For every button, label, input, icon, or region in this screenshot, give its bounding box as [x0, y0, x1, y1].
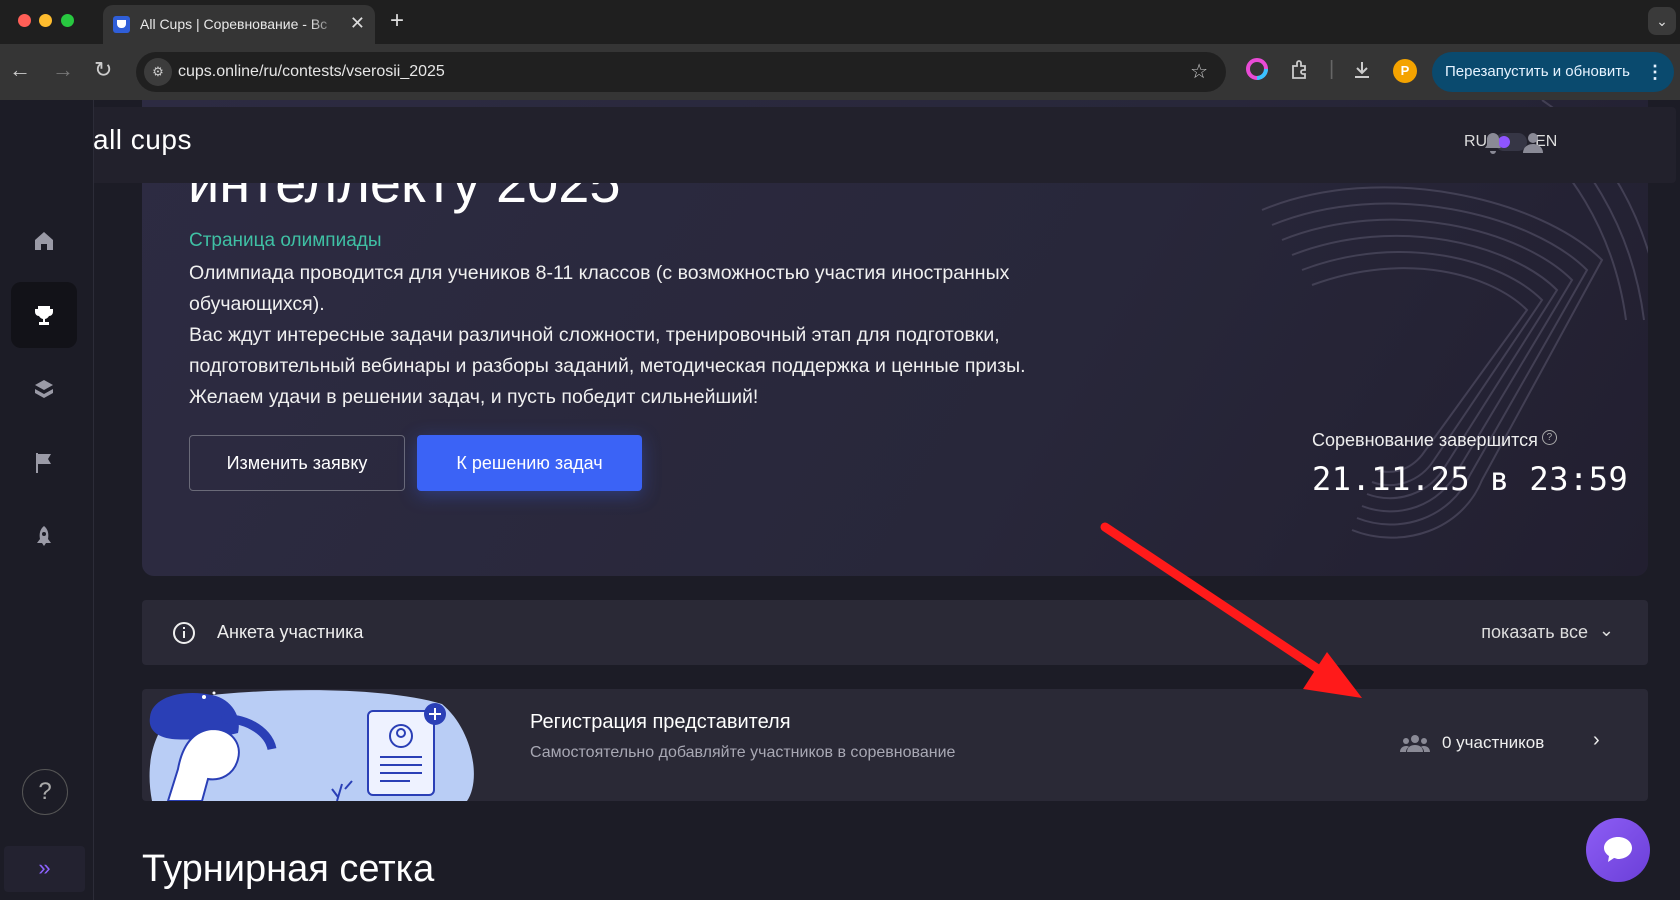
representative-registration-card[interactable]: Регистрация представителя Самостоятельно…	[142, 689, 1648, 801]
description-paragraph: Вас ждут интересные задачи различной сло…	[189, 324, 1026, 377]
expand-sidebar-button[interactable]: »	[4, 846, 85, 892]
url-text: cups.online/ru/contests/vserosii_2025	[178, 63, 445, 80]
stack-icon	[35, 380, 53, 398]
contest-end-date: 21.11.25 в 23:59	[1312, 460, 1629, 498]
help-button[interactable]: ?	[22, 769, 68, 815]
window-zoom-button[interactable]	[61, 14, 74, 27]
edit-application-button[interactable]: Изменить заявку	[189, 435, 405, 491]
participant-form-label: Анкета участника	[217, 622, 364, 642]
tab-search-chevron-icon[interactable]: ⌄	[1648, 7, 1676, 35]
address-bar[interactable]: ⚙ cups.online/ru/contests/vserosii_2025 …	[136, 52, 1226, 92]
browser-toolbar: ← → ↻ ⚙ cups.online/ru/contests/vserosii…	[0, 44, 1680, 100]
show-all-link[interactable]: показать все	[1481, 622, 1588, 643]
description-paragraph: Олимпиада проводится для учеников 8-11 к…	[189, 262, 1010, 315]
chevron-right-icon[interactable]: ›	[1593, 729, 1600, 752]
sidebar-item-contests[interactable]	[11, 282, 77, 348]
tournament-bracket-heading: Турнирная сетка	[142, 848, 435, 890]
relaunch-label: Перезапустить и обновить	[1445, 63, 1630, 80]
new-tab-button[interactable]: +	[390, 7, 404, 35]
site-settings-icon[interactable]: ⚙	[144, 58, 172, 86]
contest-ends-text: Соревнование завершится	[1312, 430, 1538, 450]
sidebar-item-rocket[interactable]	[11, 504, 77, 570]
window-close-button[interactable]	[18, 14, 31, 27]
forward-arrow-icon[interactable]: →	[52, 57, 74, 83]
go-to-tasks-button[interactable]: К решению задач	[417, 435, 642, 491]
bookmark-star-icon[interactable]: ☆	[1190, 59, 1208, 84]
browser-menu-icon[interactable]: ⋮	[1646, 52, 1664, 92]
rocket-icon	[37, 526, 51, 546]
toolbar-divider: |	[1329, 58, 1335, 80]
chat-support-button[interactable]	[1586, 818, 1650, 882]
sidebar-item-flag[interactable]	[11, 430, 77, 496]
relaunch-update-button[interactable]: Перезапустить и обновить ⋮	[1432, 52, 1674, 92]
contest-ends-label: Соревнование завершится?	[1312, 430, 1557, 451]
allcups-favicon-icon	[113, 16, 130, 33]
trophy-icon	[35, 306, 53, 325]
chevron-down-icon[interactable]: ⌄	[1599, 620, 1614, 641]
browser-tab-bar: All Cups | Соревнование - Вс ✕ + ⌄	[0, 0, 1680, 44]
page-content: интеллекту 2025 Страница олимпиады Олимп…	[0, 100, 1680, 900]
olympiad-page-link[interactable]: Страница олимпиады	[189, 230, 382, 252]
notifications-bell-icon[interactable]	[1482, 131, 1504, 155]
description-paragraph: Желаем удачи в решении задач, и пусть по…	[189, 386, 759, 408]
window-minimize-button[interactable]	[39, 14, 52, 27]
user-profile-icon[interactable]	[1522, 131, 1544, 155]
download-icon[interactable]	[1351, 59, 1373, 81]
tab-title: All Cups | Соревнование - Вс	[140, 16, 328, 32]
extensions-puzzle-icon[interactable]	[1289, 59, 1311, 81]
color-extension-icon[interactable]	[1246, 58, 1268, 80]
chat-bubble-icon	[1604, 837, 1632, 862]
tab-close-icon[interactable]: ✕	[350, 13, 365, 34]
sidebar: ? »	[0, 100, 94, 900]
contest-description: Олимпиада проводится для учеников 8-11 к…	[189, 258, 1119, 413]
info-icon	[173, 622, 195, 644]
flag-icon	[36, 453, 51, 473]
sidebar-item-layers[interactable]	[11, 356, 77, 422]
registration-illustration	[149, 690, 474, 801]
help-question-icon[interactable]: ?	[1541, 430, 1557, 445]
back-arrow-icon[interactable]: ←	[9, 57, 31, 83]
sidebar-item-home[interactable]	[11, 208, 77, 274]
registration-subtitle: Самостоятельно добавляйте участников в с…	[530, 744, 956, 761]
profile-avatar[interactable]: P	[1393, 59, 1417, 83]
home-icon	[35, 232, 53, 250]
site-header: all cups RU EN	[6, 107, 1676, 183]
registration-title: Регистрация представителя	[530, 711, 791, 733]
reload-icon[interactable]: ↻	[94, 57, 112, 83]
participant-form-panel[interactable]: Анкета участника показать все ⌄	[142, 600, 1648, 665]
participants-count: 0 участников	[1442, 733, 1545, 752]
brand-name[interactable]: all cups	[93, 124, 192, 156]
browser-tab[interactable]: All Cups | Соревнование - Вс ✕	[103, 5, 375, 44]
participants-group-icon	[1400, 735, 1430, 752]
